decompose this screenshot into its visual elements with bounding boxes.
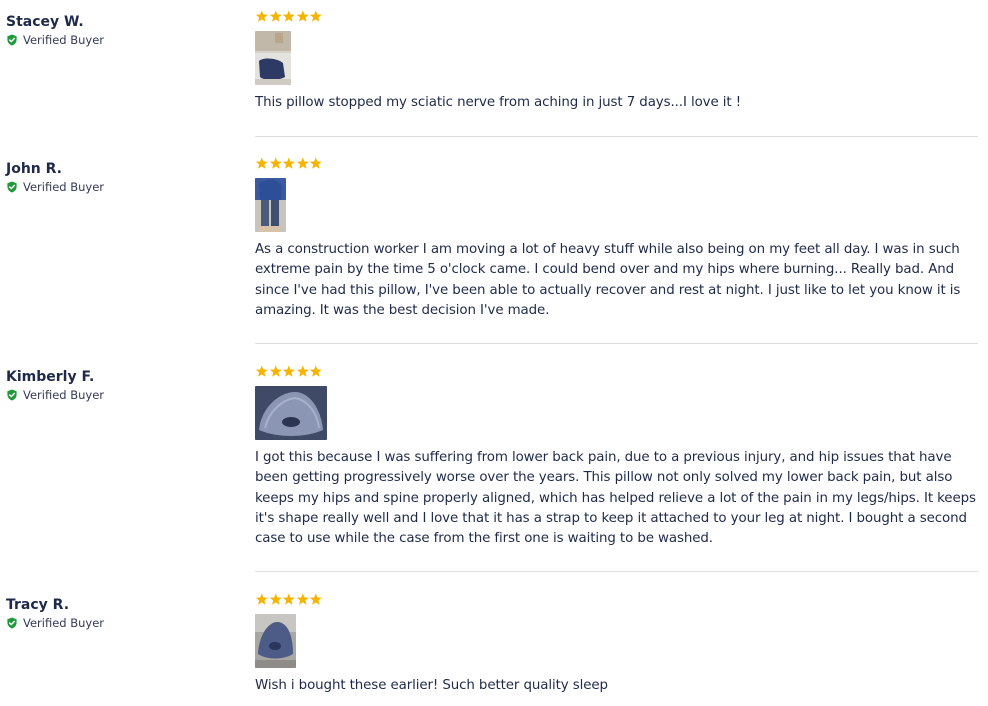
reviews-list: Stacey W. Verified Buyer This pillow sto… (0, 0, 988, 706)
star-icon (282, 10, 295, 22)
star-icon (296, 157, 309, 169)
star-icon (296, 10, 309, 22)
verified-badge: Verified Buyer (6, 180, 104, 194)
review-text: This pillow stopped my sciatic nerve fro… (255, 95, 742, 110)
star-icon (269, 10, 282, 22)
star-icon (296, 593, 309, 605)
review-photo[interactable] (255, 614, 296, 668)
star-icon (310, 157, 323, 169)
star-icon (310, 365, 323, 377)
review-author: John R. Verified Buyer (6, 160, 104, 194)
star-icon (269, 365, 282, 377)
review-text: As a construction worker I am moving a l… (255, 242, 961, 318)
verified-badge: Verified Buyer (6, 388, 104, 402)
review-author: Kimberly F. Verified Buyer (6, 368, 104, 402)
author-name: John R. (6, 161, 62, 177)
review-divider (255, 343, 978, 344)
verified-label: Verified Buyer (23, 33, 105, 47)
star-icon (255, 365, 268, 377)
review-text: Wish i bought these earlier! Such better… (255, 678, 608, 693)
author-name: Kimberly F. (6, 369, 95, 385)
verified-badge: Verified Buyer (6, 33, 104, 47)
star-icon (255, 157, 268, 169)
verified-check-icon (7, 389, 17, 401)
star-icon (269, 593, 282, 605)
review-content: Wish i bought these earlier! Such better… (255, 593, 977, 696)
star-icon (269, 157, 282, 169)
star-icon (255, 593, 268, 605)
review-author: Stacey W. Verified Buyer (6, 13, 104, 47)
author-name: Stacey W. (6, 14, 84, 30)
star-icon (296, 365, 309, 377)
review-author: Tracy R. Verified Buyer (6, 596, 104, 630)
verified-check-icon (7, 617, 17, 629)
review-content: I got this because I was suffering from … (255, 365, 977, 549)
verified-badge: Verified Buyer (6, 616, 104, 630)
review-content: As a construction worker I am moving a l… (255, 157, 977, 321)
star-rating (255, 365, 977, 379)
star-rating (255, 10, 977, 24)
star-icon (310, 10, 323, 22)
review-divider (255, 136, 978, 137)
review-text: I got this because I was suffering from … (255, 450, 976, 547)
review-photo[interactable] (255, 386, 327, 440)
verified-label: Verified Buyer (23, 616, 105, 630)
verified-check-icon (7, 181, 17, 193)
verified-label: Verified Buyer (23, 180, 105, 194)
review-photo[interactable] (255, 178, 286, 232)
verified-label: Verified Buyer (23, 388, 105, 402)
star-icon (310, 593, 323, 605)
star-icon (255, 10, 268, 22)
star-icon (282, 157, 295, 169)
review-divider (255, 571, 978, 572)
star-rating (255, 593, 977, 607)
star-rating (255, 157, 977, 171)
star-icon (282, 593, 295, 605)
review-content: This pillow stopped my sciatic nerve fro… (255, 10, 977, 113)
review-photo[interactable] (255, 31, 291, 85)
verified-check-icon (7, 34, 17, 46)
author-name: Tracy R. (6, 597, 70, 613)
star-icon (282, 365, 295, 377)
